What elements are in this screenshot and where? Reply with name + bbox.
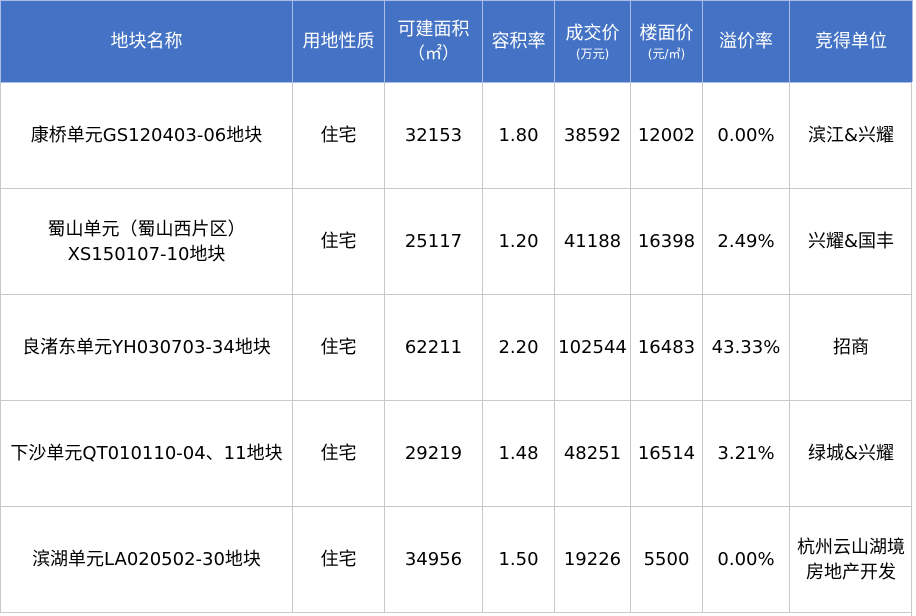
- cell-far: 1.20: [482, 188, 555, 295]
- cell-price: 48251: [554, 400, 631, 507]
- winner-line: 杭州云山湖境: [797, 536, 905, 558]
- table-row: 滨湖单元LA020502-30地块 住宅 34956 1.50 19226 55…: [0, 506, 913, 613]
- land-name-line: 良渚东单元YH030703-34地块: [22, 337, 271, 358]
- cell-area: 32153: [384, 82, 483, 189]
- cell-winner: 杭州云山湖境 房地产开发: [789, 506, 913, 613]
- header-price: 成交价 (万元): [554, 0, 631, 83]
- cell-price: 41188: [554, 188, 631, 295]
- header-area-unit: （㎡）: [408, 43, 459, 64]
- cell-land-name: 滨湖单元LA020502-30地块: [0, 506, 293, 613]
- cell-far: 1.50: [482, 506, 555, 613]
- header-price-unit: (万元): [575, 46, 610, 61]
- cell-premium: 0.00%: [702, 82, 790, 189]
- cell-floor-price: 16514: [630, 400, 703, 507]
- cell-area: 25117: [384, 188, 483, 295]
- cell-land-name: 良渚东单元YH030703-34地块: [0, 294, 293, 401]
- winner-line: 兴耀&国丰: [807, 231, 895, 252]
- header-floor-price: 楼面价 (元/㎡): [630, 0, 703, 83]
- winner-line: 滨江&兴耀: [807, 125, 895, 146]
- cell-premium: 0.00%: [702, 506, 790, 613]
- cell-use: 住宅: [292, 506, 385, 613]
- cell-land-name: 下沙单元QT010110-04、11地块: [0, 400, 293, 507]
- cell-winner: 滨江&兴耀: [789, 82, 913, 189]
- cell-price: 102544: [554, 294, 631, 401]
- winner-line: 招商: [833, 337, 869, 358]
- land-auction-table: 地块名称 用地性质 可建面积 （㎡） 容积率 成交价 (万元) 楼面价 (元/㎡…: [0, 0, 913, 613]
- cell-far: 2.20: [482, 294, 555, 401]
- header-price-label: 成交价: [565, 22, 620, 44]
- header-area: 可建面积 （㎡）: [384, 0, 483, 83]
- cell-premium: 43.33%: [702, 294, 790, 401]
- cell-floor-price: 16483: [630, 294, 703, 401]
- cell-land-name: 蜀山单元（蜀山西片区） XS150107-10地块: [0, 188, 293, 295]
- winner-line: 绿城&兴耀: [807, 443, 895, 464]
- cell-price: 38592: [554, 82, 631, 189]
- cell-far: 1.80: [482, 82, 555, 189]
- land-name-line: 蜀山单元（蜀山西片区）: [47, 218, 246, 240]
- cell-area: 34956: [384, 506, 483, 613]
- cell-premium: 3.21%: [702, 400, 790, 507]
- header-use: 用地性质: [292, 0, 385, 83]
- header-floor-price-label: 楼面价: [639, 22, 694, 44]
- header-far: 容积率: [482, 0, 555, 83]
- cell-use: 住宅: [292, 188, 385, 295]
- cell-winner: 招商: [789, 294, 913, 401]
- cell-floor-price: 5500: [630, 506, 703, 613]
- table-row: 蜀山单元（蜀山西片区） XS150107-10地块 住宅 25117 1.20 …: [0, 188, 913, 295]
- table-row: 良渚东单元YH030703-34地块 住宅 62211 2.20 102544 …: [0, 294, 913, 401]
- header-row: 地块名称 用地性质 可建面积 （㎡） 容积率 成交价 (万元) 楼面价 (元/㎡…: [0, 0, 913, 83]
- cell-price: 19226: [554, 506, 631, 613]
- cell-use: 住宅: [292, 400, 385, 507]
- table-row: 康桥单元GS120403-06地块 住宅 32153 1.80 38592 12…: [0, 82, 913, 189]
- cell-land-name: 康桥单元GS120403-06地块: [0, 82, 293, 189]
- cell-use: 住宅: [292, 82, 385, 189]
- header-name: 地块名称: [0, 0, 293, 83]
- cell-area: 62211: [384, 294, 483, 401]
- cell-premium: 2.49%: [702, 188, 790, 295]
- cell-floor-price: 12002: [630, 82, 703, 189]
- sheet-edge: [911, 82, 916, 616]
- header-floor-price-unit: (元/㎡): [647, 46, 686, 61]
- land-name-line: XS150107-10地块: [67, 243, 226, 265]
- cell-winner: 绿城&兴耀: [789, 400, 913, 507]
- header-premium: 溢价率: [702, 0, 790, 83]
- winner-line: 房地产开发: [806, 561, 896, 583]
- cell-use: 住宅: [292, 294, 385, 401]
- cell-area: 29219: [384, 400, 483, 507]
- header-winner: 竞得单位: [789, 0, 913, 83]
- header-area-label: 可建面积: [397, 18, 470, 40]
- land-name-line: 下沙单元QT010110-04、11地块: [10, 443, 283, 464]
- cell-winner: 兴耀&国丰: [789, 188, 913, 295]
- cell-floor-price: 16398: [630, 188, 703, 295]
- land-name-line: 滨湖单元LA020502-30地块: [32, 549, 261, 570]
- land-name-line: 康桥单元GS120403-06地块: [30, 125, 263, 146]
- table-row: 下沙单元QT010110-04、11地块 住宅 29219 1.48 48251…: [0, 400, 913, 507]
- cell-far: 1.48: [482, 400, 555, 507]
